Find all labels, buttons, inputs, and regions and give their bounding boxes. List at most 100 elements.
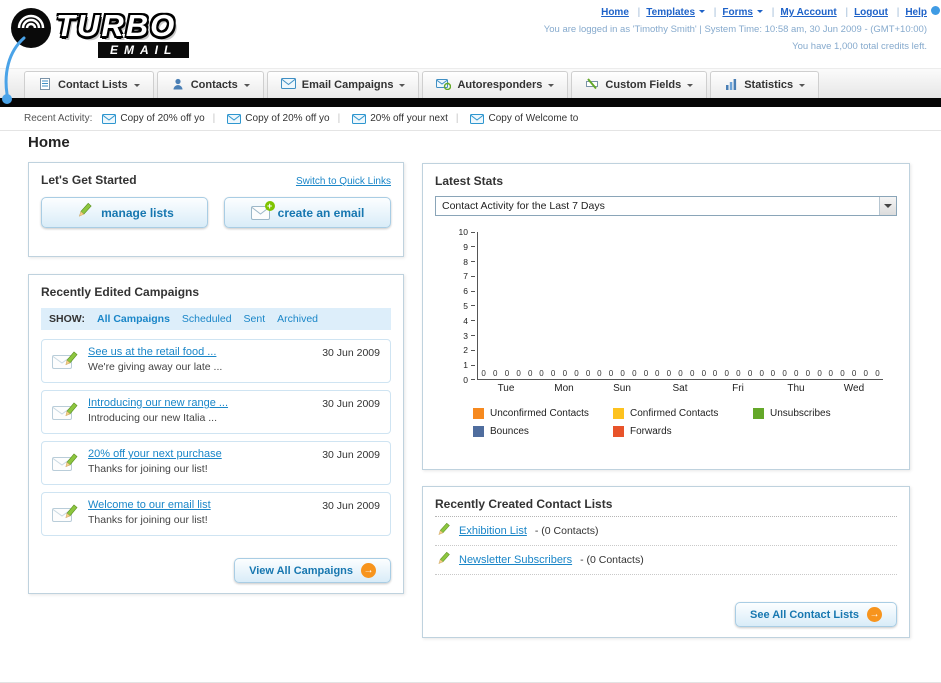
- create-email-label: create an email: [277, 205, 365, 220]
- legend-swatch: [613, 426, 624, 437]
- header-link-home[interactable]: Home: [601, 7, 629, 18]
- nav-tab-label: Contacts: [190, 79, 238, 91]
- chart-day-group: 0 0 0 0 0: [709, 232, 767, 379]
- campaign-title-link[interactable]: Welcome to our email list: [88, 499, 320, 511]
- nav-tab-label: Custom Fields: [605, 79, 682, 91]
- manage-lists-label: manage lists: [101, 205, 174, 220]
- campaign-row[interactable]: Introducing our new range ... Introducin…: [41, 390, 391, 434]
- switch-quick-links[interactable]: Switch to Quick Links: [296, 176, 391, 187]
- chevron-down-icon: [756, 10, 763, 16]
- campaign-date: 30 Jun 2009: [322, 398, 380, 410]
- legend-swatch: [473, 408, 484, 419]
- recent-activity-label: Recent Activity:: [24, 113, 93, 124]
- manage-lists-button[interactable]: manage lists: [41, 197, 208, 228]
- campaign-date: 30 Jun 2009: [322, 449, 380, 461]
- header-link-label: Templates: [646, 7, 696, 18]
- stats-range-select[interactable]: Contact Activity for the Last 7 Days: [435, 196, 897, 216]
- header-link-logout[interactable]: Logout: [854, 7, 888, 18]
- header-link-my-account[interactable]: My Account: [780, 7, 836, 18]
- nav-tab-autoresponders[interactable]: Autoresponders: [422, 71, 569, 98]
- nav-tab-statistics[interactable]: Statistics: [710, 71, 820, 98]
- chevron-down-icon: [687, 83, 694, 90]
- see-all-contact-lists-label: See All Contact Lists: [749, 608, 859, 621]
- chevron-down-icon: [548, 83, 555, 90]
- envelope-icon: [102, 113, 117, 124]
- chart-day-group: 0 0 0 0 0: [767, 232, 825, 379]
- chevron-down-icon: [399, 83, 406, 90]
- header-links: Home Templates Forms My Account Logout H…: [544, 5, 927, 20]
- view-all-campaigns-button[interactable]: View All Campaigns →: [234, 558, 391, 583]
- nav-tab-email-campaigns[interactable]: Email Campaigns: [266, 71, 420, 98]
- filter-archived[interactable]: Archived: [277, 313, 318, 325]
- chevron-down-icon: [133, 83, 140, 90]
- chart-data-labels: 0 0 0 0 0: [654, 369, 707, 378]
- show-label: SHOW:: [49, 313, 85, 325]
- chart-x-label: Thu: [787, 383, 805, 394]
- chart-plot-area: 0 0 0 0 0 0 0 0 0 0 0 0 0 0 0 0 0 0 0 0 0 0 …: [477, 232, 883, 380]
- chart-data-labels: 0 0 0 0 0: [828, 369, 880, 378]
- campaign-row[interactable]: Welcome to our email list Thanks for joi…: [41, 492, 391, 536]
- contact-list-row[interactable]: Newsletter Subscribers - (0 Contacts): [435, 546, 897, 575]
- chart-day-group: 0 0 0 0 0: [594, 232, 652, 379]
- contact-list-link[interactable]: Exhibition List: [459, 525, 527, 537]
- dropdown-arrow-icon: [879, 197, 896, 215]
- legend-label: Unsubscribes: [770, 408, 831, 419]
- contact-lists-icon: [38, 77, 52, 94]
- create-email-button[interactable]: + create an email: [224, 197, 391, 228]
- see-all-contact-lists-button[interactable]: See All Contact Lists →: [734, 602, 897, 627]
- nav-tab-custom-fields[interactable]: Custom Fields: [571, 71, 708, 98]
- content-area: Home Let's Get Started Switch to Quick L…: [0, 131, 941, 681]
- recent-activity-item[interactable]: Copy of 20% off yo: [102, 113, 205, 124]
- header-link-help[interactable]: Help: [905, 7, 927, 18]
- campaign-edit-icon: [52, 504, 78, 530]
- chart-day-group: 0 0 0 0 0: [825, 232, 883, 379]
- arrow-right-icon: →: [867, 607, 882, 622]
- campaign-edit-icon: [52, 402, 78, 428]
- envelope-plus-icon: +: [250, 200, 275, 220]
- campaign-row[interactable]: See us at the retail food ... We're givi…: [41, 339, 391, 383]
- pencil-icon: [75, 202, 93, 223]
- nav-tab-contacts[interactable]: Contacts: [156, 71, 264, 98]
- header-link-forms[interactable]: Forms: [722, 7, 763, 18]
- header-link-templates[interactable]: Templates: [646, 7, 706, 18]
- legend-label: Unconfirmed Contacts: [490, 408, 589, 419]
- contact-list-row[interactable]: Exhibition List - (0 Contacts): [435, 517, 897, 546]
- campaign-title-link[interactable]: See us at the retail food ...: [88, 346, 320, 358]
- contacts-icon: [171, 77, 185, 94]
- chart-data-labels: 0 0 0 0 0: [597, 369, 649, 378]
- filter-all-campaigns[interactable]: All Campaigns: [97, 313, 170, 325]
- recent-activity-item[interactable]: Copy of Welcome to: [448, 113, 578, 124]
- campaign-title-link[interactable]: Introducing our new range ...: [88, 397, 320, 409]
- campaign-filter-bar: SHOW: All Campaigns Scheduled Sent Archi…: [41, 308, 391, 330]
- recent-activity-item[interactable]: 20% off your next: [330, 113, 448, 124]
- filter-sent[interactable]: Sent: [244, 313, 266, 325]
- campaign-subject: Thanks for joining our list!: [88, 514, 208, 526]
- campaign-title-link[interactable]: 20% off your next purchase: [88, 448, 320, 460]
- legend-label: Forwards: [630, 426, 672, 437]
- legend-label: Bounces: [490, 426, 529, 437]
- latest-stats-panel: Latest Stats Contact Activity for the La…: [422, 163, 910, 470]
- legend-swatch: [473, 426, 484, 437]
- chevron-down-icon: [243, 83, 250, 90]
- filter-scheduled[interactable]: Scheduled: [182, 313, 232, 325]
- statistics-icon: [724, 77, 738, 94]
- contact-lists-title: Recently Created Contact Lists: [435, 497, 613, 511]
- recent-activity-item[interactable]: Copy of 20% off yo: [205, 113, 330, 124]
- nav-tab-label: Statistics: [744, 79, 794, 91]
- legend-item: Unsubscribes: [753, 408, 893, 419]
- recent-activity-bar: Recent Activity: Copy of 20% off yo Copy…: [0, 107, 941, 131]
- campaign-edit-icon: [52, 453, 78, 479]
- recent-activity-text: Copy of 20% off yo: [120, 113, 205, 124]
- campaign-row[interactable]: 20% off your next purchase Thanks for jo…: [41, 441, 391, 485]
- chart-y-axis: 10 9 8 7 6 5 4 3 2 1 0: [447, 227, 475, 385]
- chart-data-labels: 0 0 0 0 0: [712, 369, 764, 378]
- autoresponders-icon: [436, 78, 452, 93]
- session-info: You are logged in as 'Timothy Smith' | S…: [543, 24, 927, 35]
- latest-stats-title: Latest Stats: [435, 174, 504, 188]
- nav-tab-label: Contact Lists: [58, 79, 128, 91]
- nav-tab-contact-lists[interactable]: Contact Lists: [24, 71, 154, 98]
- turbo-email-logo: TURBO EMAIL: [10, 4, 290, 64]
- header: TURBO EMAIL Home Templates Forms My Acco…: [0, 0, 941, 104]
- pencil-icon: [435, 522, 451, 541]
- contact-list-link[interactable]: Newsletter Subscribers: [459, 554, 572, 566]
